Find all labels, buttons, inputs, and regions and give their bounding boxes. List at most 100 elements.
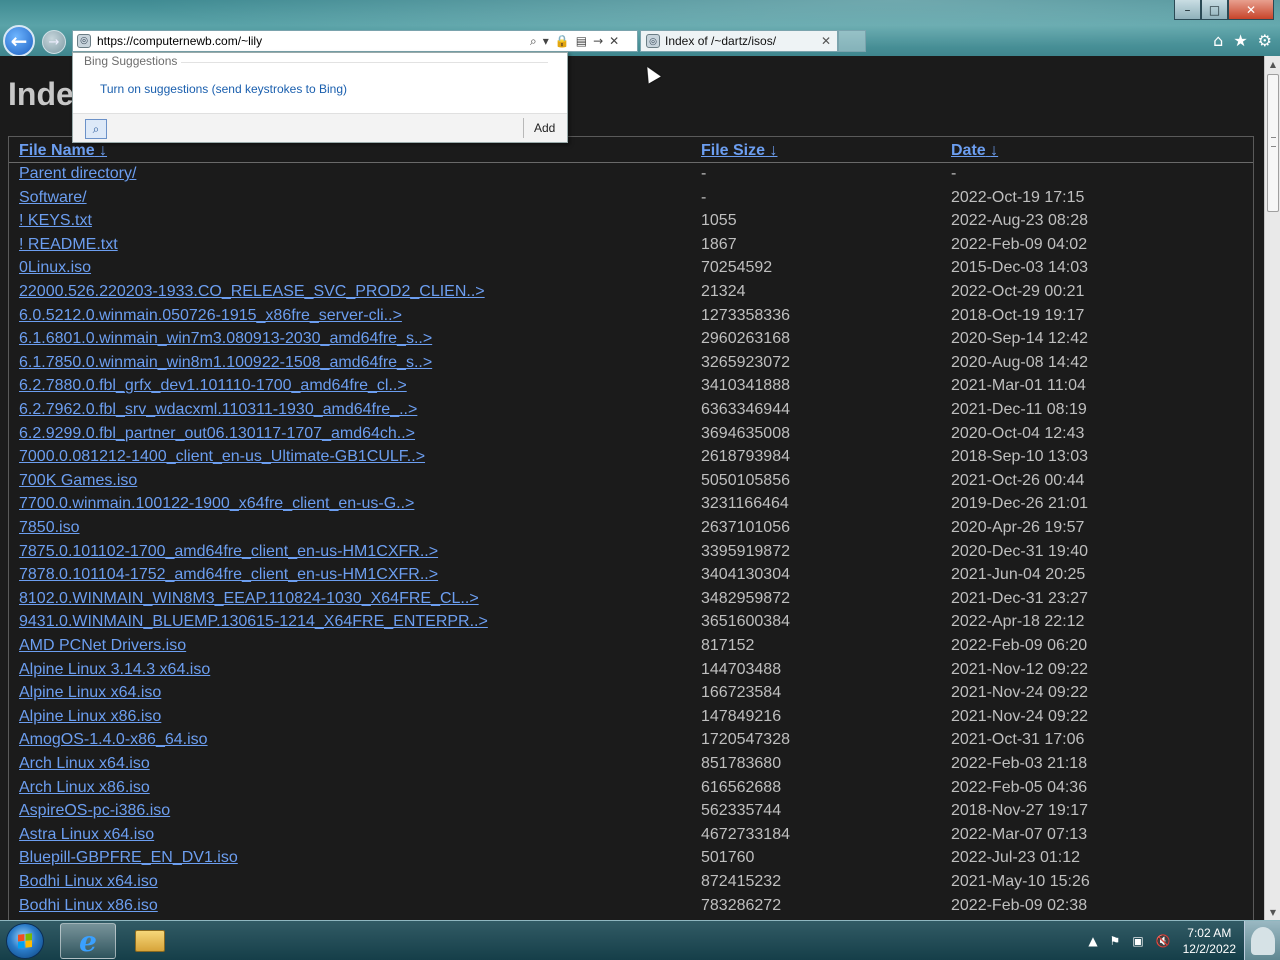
action-center-flag-icon[interactable]: ⚑	[1110, 934, 1121, 948]
file-link[interactable]: ! KEYS.txt	[19, 212, 92, 230]
turn-on-suggestions-link[interactable]: Turn on suggestions (send keystrokes to …	[100, 82, 347, 96]
compatibility-icon[interactable]: ▤	[576, 34, 587, 48]
new-tab-button[interactable]	[838, 30, 866, 52]
scroll-up-icon[interactable]: ▲	[1265, 56, 1280, 72]
file-size-cell: 2960263168	[701, 330, 790, 348]
file-date-cell: 2021-Oct-31 17:06	[951, 731, 1085, 749]
volume-muted-icon[interactable]: 🔇	[1156, 934, 1171, 948]
tab-close-icon[interactable]: ✕	[821, 34, 831, 48]
file-date-cell: 2018-Nov-27 19:17	[951, 802, 1088, 820]
scroll-down-icon[interactable]: ▼	[1265, 904, 1280, 920]
back-button[interactable]: ←	[3, 25, 35, 57]
tray-expand-icon[interactable]: ▲	[1088, 934, 1097, 948]
file-link[interactable]: Parent directory/	[19, 165, 136, 183]
search-icon[interactable]: ⌕	[530, 34, 537, 49]
file-date-cell: 2022-Feb-09 04:02	[951, 235, 1088, 253]
search-provider-icon[interactable]: ⌕	[85, 119, 107, 139]
file-size-cell: 2618793984	[701, 448, 790, 466]
file-link[interactable]: 6.2.9299.0.fbl_partner_out06.130117-1707…	[19, 425, 415, 443]
file-link[interactable]: Alpine Linux 3.14.3 x64.iso	[19, 661, 210, 679]
file-link[interactable]: Bodhi Linux x86.iso	[19, 897, 158, 915]
show-desktop-button[interactable]	[1244, 921, 1280, 960]
file-size-cell: 851783680	[701, 755, 782, 772]
file-size-cell: 872415232	[701, 873, 782, 890]
table-row: 7878.0.101104-1752_amd64fre_client_en-us…	[9, 566, 1253, 590]
go-icon[interactable]: →	[593, 34, 603, 48]
file-link[interactable]: 8102.0.WINMAIN_WIN8M3_EEAP.110824-1030_X…	[19, 590, 479, 608]
file-link[interactable]: 7850.iso	[19, 519, 80, 537]
file-size-cell: 3265923072	[701, 353, 790, 371]
file-link[interactable]: 7000.0.081212-1400_client_en-us_Ultimate…	[19, 448, 425, 466]
file-date-cell: 2021-Oct-26 00:44	[951, 471, 1085, 489]
maximize-button[interactable]: □	[1201, 0, 1228, 20]
file-link[interactable]: 700K Games.iso	[19, 472, 137, 490]
home-icon[interactable]: ⌂	[1213, 31, 1223, 50]
file-link[interactable]: Astra Linux x64.iso	[19, 826, 154, 844]
start-button[interactable]	[6, 923, 44, 959]
file-size-cell: 3410341888	[701, 377, 790, 395]
file-date-cell: 2015-Dec-03 14:03	[951, 259, 1088, 277]
file-link[interactable]: 6.1.7850.0.winmain_win8m1.100922-1508_am…	[19, 354, 432, 372]
file-size-cell: 1055	[701, 212, 737, 230]
file-link[interactable]: 6.1.6801.0.winmain_win7m3.080913-2030_am…	[19, 330, 432, 348]
suggestions-title: Bing Suggestions	[84, 54, 178, 68]
file-link[interactable]: 9431.0.WINMAIN_BLUEMP.130615-1214_X64FRE…	[19, 613, 488, 631]
file-link[interactable]: Bodhi Linux x64.iso	[19, 873, 158, 891]
minimize-button[interactable]: –	[1174, 0, 1201, 20]
dropdown-icon[interactable]: ▾	[543, 34, 549, 48]
file-link[interactable]: 6.2.7880.0.fbl_grfx_dev1.101110-1700_amd…	[19, 377, 407, 395]
file-link[interactable]: 22000.526.220203-1933.CO_RELEASE_SVC_PRO…	[19, 283, 485, 301]
file-link[interactable]: Alpine Linux x86.iso	[19, 708, 161, 726]
taskbar: e ▲ ⚑ ▣ 🔇 7:02 AM 12/2/2022	[0, 920, 1280, 960]
table-row: 0Linux.iso 70254592 2015-Dec-03 14:03	[9, 259, 1253, 283]
lock-icon[interactable]: 🔒	[555, 34, 570, 48]
forward-button[interactable]: →	[42, 30, 66, 54]
file-link[interactable]: 7878.0.101104-1752_amd64fre_client_en-us…	[19, 566, 438, 584]
address-input[interactable]	[97, 32, 527, 50]
file-link[interactable]: AspireOS-pc-i386.iso	[19, 802, 170, 820]
file-link[interactable]: ! README.txt	[19, 236, 118, 254]
file-link[interactable]: Bluepill-GBPFRE_EN_DV1.iso	[19, 849, 238, 867]
file-size-cell: 562335744	[701, 802, 782, 820]
table-row: Software/ - 2022-Oct-19 17:15	[9, 189, 1253, 213]
vertical-scrollbar[interactable]: ▲ ▼	[1264, 56, 1280, 920]
close-button[interactable]: ✕	[1228, 0, 1274, 20]
file-date-cell: 2020-Oct-04 12:43	[951, 424, 1085, 442]
favorites-star-icon[interactable]: ★	[1233, 31, 1247, 50]
network-icon[interactable]: ▣	[1132, 934, 1143, 948]
file-date-cell: 2021-Dec-11 08:19	[951, 401, 1087, 418]
stop-icon[interactable]: ✕	[609, 34, 619, 48]
file-date-cell: 2021-Nov-24 09:22	[951, 684, 1088, 702]
tab-index[interactable]: ◎ Index of /~dartz/isos/ ✕	[640, 30, 838, 52]
column-header-file-size[interactable]: File Size ↓	[701, 142, 777, 160]
file-size-cell: 166723584	[701, 684, 782, 702]
file-listing: File Name ↓ File Size ↓ Date ↓ Parent di…	[8, 136, 1254, 920]
scroll-thumb[interactable]	[1267, 74, 1279, 212]
table-row: 8102.0.WINMAIN_WIN8M3_EEAP.110824-1030_X…	[9, 590, 1253, 614]
add-provider-button[interactable]: Add	[534, 121, 555, 135]
file-link[interactable]: AMD PCNet Drivers.iso	[19, 637, 186, 655]
file-link[interactable]: Software/	[19, 189, 87, 207]
file-link[interactable]: Alpine Linux x64.iso	[19, 684, 161, 702]
taskbar-file-explorer[interactable]	[122, 923, 178, 959]
folder-icon	[135, 930, 165, 952]
file-date-cell: 2022-Mar-07 07:13	[951, 825, 1088, 843]
table-row: Parent directory/ - -	[9, 165, 1253, 189]
file-link[interactable]: 0Linux.iso	[19, 259, 91, 277]
column-header-date[interactable]: Date ↓	[951, 142, 998, 160]
file-size-cell: -	[701, 165, 707, 182]
address-bar[interactable]: ◎ ⌕ ▾ 🔒 ▤ → ✕	[72, 30, 638, 52]
file-link[interactable]: Arch Linux x86.iso	[19, 779, 150, 797]
taskbar-internet-explorer[interactable]: e	[60, 923, 116, 959]
column-header-file-name[interactable]: File Name ↓	[19, 142, 107, 160]
file-link[interactable]: 6.0.5212.0.winmain.050726-1915_x86fre_se…	[19, 307, 402, 325]
file-link[interactable]: AmogOS-1.4.0-x86_64.iso	[19, 731, 208, 749]
file-link[interactable]: 6.2.7962.0.fbl_srv_wdacxml.110311-1930_a…	[19, 401, 417, 419]
clock[interactable]: 7:02 AM 12/2/2022	[1183, 925, 1236, 957]
file-link[interactable]: 7875.0.101102-1700_amd64fre_client_en-us…	[19, 543, 438, 561]
file-link[interactable]: Arch Linux x64.iso	[19, 755, 150, 773]
file-link[interactable]: 7700.0.winmain.100122-1900_x64fre_client…	[19, 495, 414, 513]
tools-gear-icon[interactable]: ⚙	[1258, 31, 1272, 50]
table-row: ! README.txt 1867 2022-Feb-09 04:02	[9, 236, 1253, 260]
file-size-cell: -	[701, 188, 707, 206]
